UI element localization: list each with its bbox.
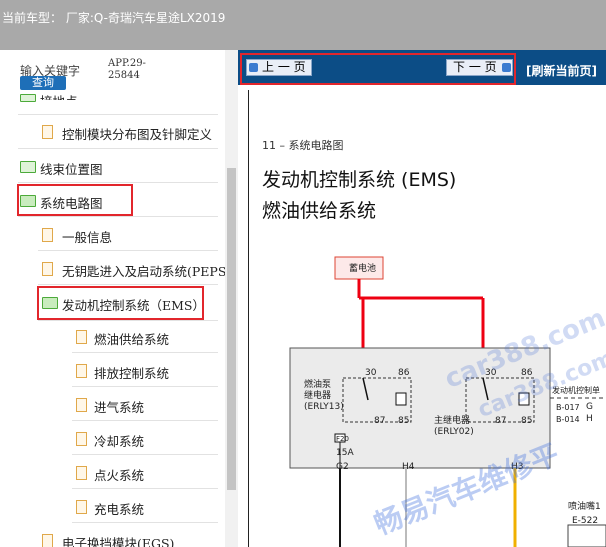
document-icon — [42, 228, 53, 242]
connector-label: B-017 — [556, 403, 580, 412]
tree-scrollbar[interactable] — [225, 50, 238, 547]
document-icon — [76, 364, 87, 378]
tree-item-general-info[interactable]: 一般信息 — [62, 227, 112, 246]
document-panel: 上 一 页 下 一 页 [刷新当前页] 11 – 系统电路图 发动机控制系统 (… — [238, 50, 606, 547]
pin-label: 87 — [374, 416, 386, 426]
document-icon — [42, 262, 53, 276]
divider — [72, 352, 218, 353]
relay1-label-line1: 燃油泵 — [304, 380, 332, 390]
relay2-label-line2: (ERLY02) — [434, 427, 474, 437]
pin-label: 85 — [521, 416, 533, 426]
tree-item-cooling-system[interactable]: 冷却系统 — [94, 431, 144, 450]
divider — [18, 182, 218, 183]
tree-item-control-module-pinout[interactable]: 控制模块分布图及针脚定义 — [62, 124, 212, 143]
divider — [38, 284, 218, 285]
document-icon — [76, 466, 87, 480]
search-row: 输入关键字 查询 APP.29- 25844 — [0, 50, 225, 98]
relay1-label-line2: 继电器 — [304, 391, 332, 401]
divider — [72, 522, 218, 523]
divider — [72, 420, 218, 421]
divider — [18, 148, 218, 149]
pin-label: G — [586, 402, 593, 412]
document-icon — [76, 500, 87, 514]
pin-label: 86 — [398, 368, 410, 378]
injector-box — [567, 524, 606, 547]
divider — [72, 454, 218, 455]
pin-label: 85 — [398, 416, 410, 426]
document-icon — [76, 330, 87, 344]
tree-item-harness-location[interactable]: 线束位置图 — [40, 159, 103, 178]
tree-item-emission-control[interactable]: 排放控制系统 — [94, 363, 169, 382]
injector-label: 喷油嘴1 — [568, 502, 601, 512]
left-panel: 输入关键字 查询 APP.29- 25844 接地点 控制模块分布图及针脚定义 … — [0, 50, 238, 547]
tree-item-ground-points[interactable]: 接地点 — [40, 91, 78, 100]
battery-label: 蓄电池 — [349, 264, 377, 274]
relay-coil — [395, 392, 407, 406]
app-code-line1: APP.29- — [108, 58, 146, 69]
highlight-box — [17, 184, 133, 216]
divider — [18, 216, 218, 217]
app-code: APP.29- 25844 — [108, 58, 146, 82]
wire-label-g2: G2 — [336, 462, 349, 472]
connector-label: E-522 — [572, 516, 599, 526]
document-icon — [42, 125, 53, 139]
relay1-label-line3: (ERLY13) — [304, 402, 344, 412]
folder-icon — [20, 94, 36, 102]
folder-icon — [20, 161, 36, 173]
tree-item-peps[interactable]: 无钥匙进入及启动系统(PEPS — [62, 261, 226, 280]
wire-label-h4: H4 — [402, 462, 415, 472]
top-bar: 当前车型： 厂家:Q-奇瑞汽车星途LX2019 — [0, 0, 606, 50]
pin-label: H — [586, 414, 593, 424]
highlight-box — [37, 286, 204, 320]
connector-label: B-014 — [556, 415, 580, 424]
app-code-line2: 25844 — [108, 70, 140, 81]
tree-item-charging-system[interactable]: 充电系统 — [94, 499, 144, 518]
relay1-label: 燃油泵 继电器 (ERLY13) — [304, 380, 344, 413]
tree-item-ignition-system[interactable]: 点火系统 — [94, 465, 144, 484]
divider — [72, 386, 218, 387]
divider — [38, 320, 218, 321]
scrollbar-thumb[interactable] — [227, 168, 236, 490]
fuse-id-label: F20 — [336, 435, 349, 443]
relay2-label: 主继电器 (ERLY02) — [434, 416, 474, 438]
divider — [38, 250, 218, 251]
fuse-label: 15A — [336, 448, 354, 458]
divider — [18, 114, 218, 115]
document-icon — [42, 534, 53, 547]
relay2-label-line1: 主继电器 — [434, 416, 471, 426]
search-button[interactable]: 查询 — [20, 76, 66, 90]
divider — [72, 488, 218, 489]
tree-item-fuel-supply[interactable]: 燃油供给系统 — [94, 329, 169, 348]
current-vehicle-title: 当前车型： 厂家:Q-奇瑞汽车星途LX2019 — [2, 11, 226, 25]
tree-item-intake-system[interactable]: 进气系统 — [94, 397, 144, 416]
tree-item-egs[interactable]: 电子换挡模块(EGS) — [62, 533, 174, 547]
pin-label: 30 — [365, 368, 377, 378]
document-icon — [76, 398, 87, 412]
document-icon — [76, 432, 87, 446]
